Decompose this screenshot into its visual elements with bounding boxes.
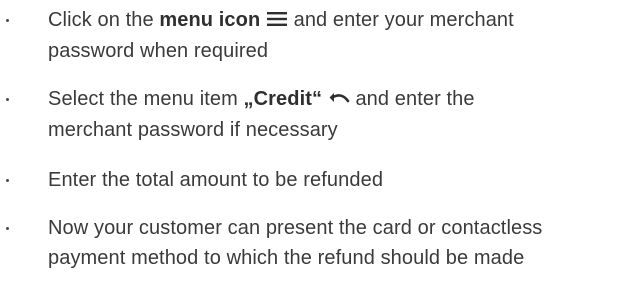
bullet <box>6 98 9 101</box>
step-1-post: and enter your merchant <box>287 9 514 31</box>
undo-arrow-icon <box>328 85 350 115</box>
list-item-line-2: merchant password if necessary <box>48 118 338 141</box>
list-item-line: Click on the menu icon and enter your me… <box>48 5 633 36</box>
list-item-line: Select the menu item „Credit“ and enter … <box>48 84 633 115</box>
step-2-post: and enter the <box>349 88 475 110</box>
list-item-line: Now your customer can present the card o… <box>48 217 543 239</box>
list-item-text: Click on the menu icon and enter your me… <box>48 5 633 66</box>
list-item-line-2: payment method to which the refund shoul… <box>48 247 525 269</box>
step-2-bold: „Credit“ <box>243 88 323 110</box>
bullet <box>6 179 9 182</box>
list-item-line-2: password when required <box>48 39 269 62</box>
list-item-line: Enter the total amount to be refunded <box>48 169 384 191</box>
list-item-text: Now your customer can present the card o… <box>48 213 633 273</box>
list-item-text: Enter the total amount to be refunded <box>48 165 633 195</box>
bullet <box>6 227 9 230</box>
hamburger-menu-icon <box>266 6 288 36</box>
step-2-pre: Select the menu item <box>48 88 244 110</box>
step-1-bold: menu icon <box>159 9 261 31</box>
instruction-list: Click on the menu icon and enter your me… <box>0 0 633 286</box>
list-item-text: Select the menu item „Credit“ and enter … <box>48 84 633 145</box>
step-1-pre: Click on the <box>48 9 160 31</box>
bullet <box>6 19 9 22</box>
